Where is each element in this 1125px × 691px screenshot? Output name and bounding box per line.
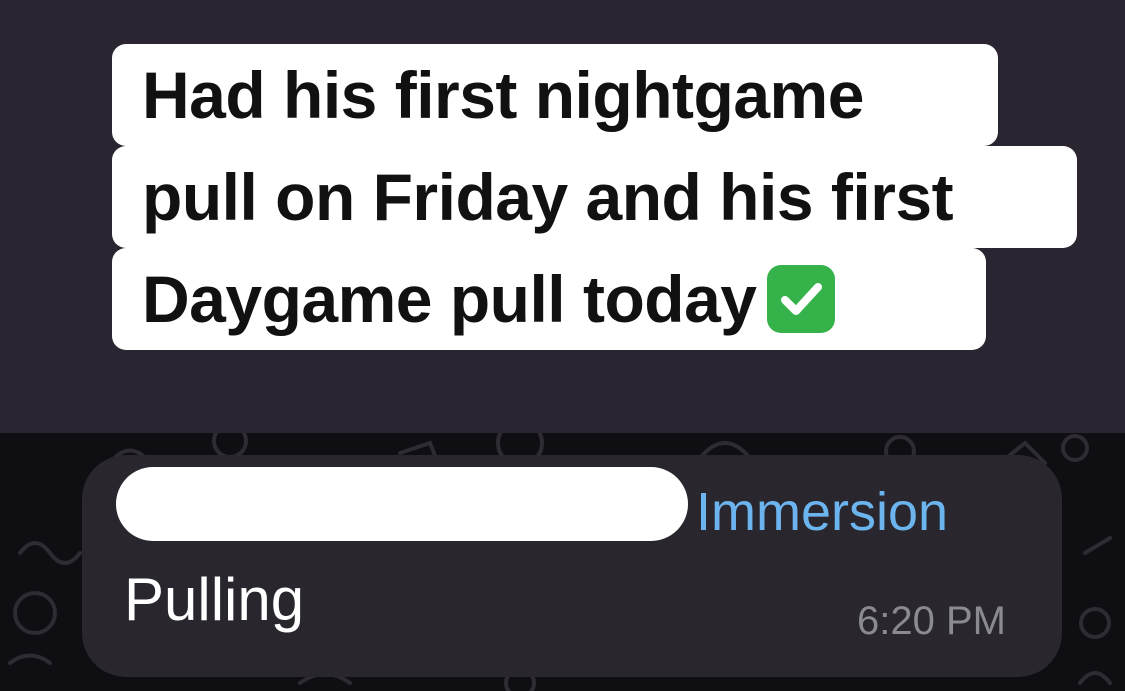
caption-line-2: pull on Friday and his first <box>112 146 1077 248</box>
message-text: Pulling <box>124 566 305 633</box>
message-timestamp: 6:20 PM <box>857 599 1006 643</box>
caption-text-1: Had his first nightgame <box>142 58 864 132</box>
message-bubble[interactable]: Immersion Pulling 6:20 PM <box>82 455 1062 677</box>
chat-area: Immersion Pulling 6:20 PM <box>0 433 1125 691</box>
sender-name-redacted <box>116 467 688 541</box>
caption-area: Had his first nightgame pull on Friday a… <box>0 0 1125 433</box>
caption-text-2: pull on Friday and his first <box>142 160 954 234</box>
check-mark-button-icon <box>766 264 835 333</box>
sender-role-label: Immersion <box>696 482 949 542</box>
caption-line-1: Had his first nightgame <box>112 44 998 146</box>
caption-line-3: Daygame pull today <box>112 248 986 350</box>
caption-text-3: Daygame pull today <box>142 262 757 336</box>
